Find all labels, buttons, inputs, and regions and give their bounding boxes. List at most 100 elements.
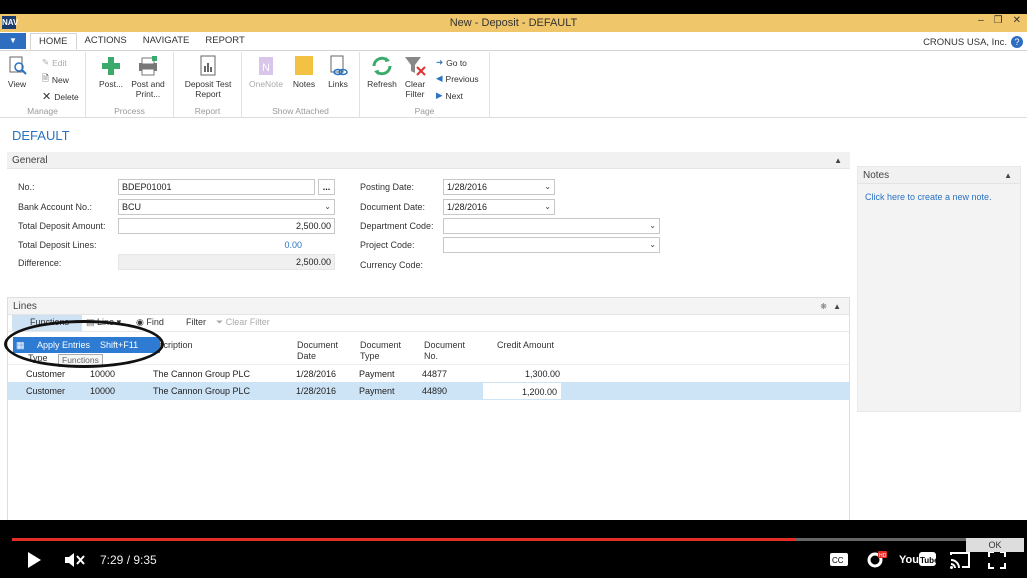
no-field[interactable]: BDEP01001	[118, 179, 315, 195]
notes-header[interactable]: Notes ▲	[858, 167, 1020, 184]
svg-text:Tube: Tube	[920, 556, 937, 565]
row-description: The Cannon Group PLC	[153, 386, 251, 396]
create-note-link[interactable]: Click here to create a new note.	[865, 192, 992, 202]
table-row[interactable]: Customer 10000 The Cannon Group PLC 1/28…	[8, 364, 849, 382]
youtube-logo-icon[interactable]: You Tube	[899, 551, 937, 567]
ok-badge[interactable]: OK	[966, 538, 1024, 552]
tab-actions[interactable]: ACTIONS	[77, 33, 135, 50]
video-controls: 7:29 / 9:35 CC HD You Tube	[0, 545, 1027, 575]
group-manage: View ✎ Edit 🗎 New ✕ Delete Manage	[0, 52, 86, 118]
view-button[interactable]: View	[6, 55, 28, 89]
col-document-type[interactable]: Document Type	[360, 340, 410, 362]
chevron-up-icon[interactable]: ▲	[833, 298, 841, 315]
col-document-date[interactable]: Document Date	[297, 340, 347, 362]
amount-edit-cell[interactable]: 1,200.00	[482, 382, 562, 400]
chevron-down-icon[interactable]: ⌄	[649, 238, 656, 252]
triangle-right-icon: ▶	[436, 90, 443, 100]
document-date-field[interactable]: 1/28/2016 ⌄	[443, 199, 555, 215]
goto-button[interactable]: ➜ Go to	[436, 57, 467, 68]
edit-button[interactable]: ✎ Edit	[42, 57, 67, 68]
links-button[interactable]: Links	[324, 55, 352, 89]
tab-navigate[interactable]: NAVIGATE	[135, 33, 198, 50]
help-icon[interactable]: ?	[1011, 36, 1023, 48]
post-label: Post...	[98, 79, 124, 89]
close-icon[interactable]: ✕	[1013, 15, 1021, 26]
captions-icon[interactable]: CC	[829, 552, 849, 567]
clear-filter-icon: ⏷	[216, 317, 224, 327]
onenote-button[interactable]: N OneNote	[248, 55, 284, 89]
no-assist-button[interactable]: ...	[318, 179, 335, 195]
app-menu-button[interactable]: ▼	[0, 33, 26, 49]
video-progress-bar[interactable]	[12, 538, 1015, 541]
row-no: 10000	[90, 369, 116, 379]
row-amount: 1,200.00	[521, 387, 557, 397]
play-icon[interactable]	[26, 551, 42, 569]
refresh-button[interactable]: Refresh	[364, 55, 400, 89]
col-document-no[interactable]: Document No.	[424, 340, 474, 362]
delete-x-icon: ✕	[42, 91, 52, 103]
clear-filter-button[interactable]: Clear Filter	[402, 55, 428, 99]
row-docno: 44877	[422, 369, 448, 379]
ok-label: OK	[988, 540, 1002, 550]
lines-clear-filter-button[interactable]: ⏷ Clear Filter	[216, 317, 270, 328]
settings-gear-icon[interactable]: HD	[865, 550, 887, 568]
fullscreen-icon[interactable]	[988, 551, 1006, 569]
bank-account-field[interactable]: BCU ⌄	[118, 199, 335, 215]
project-code-field[interactable]: ⌄	[443, 237, 660, 253]
general-fasttab-header[interactable]: General ▲	[7, 152, 850, 169]
posting-date-value: 1/28/2016	[447, 182, 488, 192]
row-type: Customer	[26, 369, 66, 379]
lines-clear-filter-label: Clear Filter	[225, 317, 270, 327]
chevron-down-icon[interactable]: ⌄	[544, 180, 551, 194]
mute-icon[interactable]	[64, 551, 86, 569]
minimize-icon[interactable]: –	[978, 15, 984, 26]
company-name[interactable]: CRONUS USA, Inc.	[923, 37, 1007, 48]
post-print-label: Post and Print...	[131, 79, 165, 99]
deposit-test-report-button[interactable]: Deposit Test Report	[180, 55, 236, 99]
restore-icon[interactable]: ❐	[994, 15, 1003, 26]
total-deposit-lines-value[interactable]: 0.00	[240, 240, 302, 250]
page-title: DEFAULT	[12, 128, 70, 143]
chevron-up-icon[interactable]: ▲	[834, 152, 842, 169]
chevron-up-icon[interactable]: ▲	[1004, 167, 1012, 184]
next-button[interactable]: ▶ Next	[436, 90, 463, 101]
row-date: 1/28/2016	[296, 369, 337, 379]
edit-label: Edit	[52, 57, 67, 68]
department-code-label: Department Code:	[360, 221, 434, 231]
difference-label: Difference:	[18, 258, 62, 268]
total-deposit-amount-field[interactable]: 2,500.00	[118, 218, 335, 234]
svg-text:CC: CC	[832, 556, 844, 565]
delete-label: Delete	[54, 91, 79, 102]
process-group-label: Process	[114, 106, 145, 116]
tab-report[interactable]: REPORT	[197, 33, 252, 50]
new-button[interactable]: 🗎 New	[42, 73, 69, 87]
document-date-value: 1/28/2016	[447, 202, 488, 212]
gear-icon[interactable]: ❋	[820, 298, 827, 315]
chevron-down-icon[interactable]: ⌄	[649, 219, 656, 233]
filter-label: Filter	[186, 317, 206, 327]
svg-text:N: N	[262, 62, 270, 74]
table-row[interactable]: Customer 10000 The Cannon Group PLC 1/28…	[8, 382, 849, 400]
group-report: Deposit Test Report Report	[174, 52, 242, 118]
filter-button[interactable]: Filter	[186, 317, 206, 327]
svg-text:HD: HD	[879, 553, 887, 559]
chevron-down-icon[interactable]: ⌄	[324, 200, 331, 214]
previous-button[interactable]: ◀ Previous	[436, 73, 479, 84]
nav-window: NAV New - Deposit - DEFAULT – ❐ ✕ ▼ HOME…	[0, 14, 1027, 520]
notes-button[interactable]: Notes	[290, 55, 318, 89]
post-button[interactable]: Post...	[98, 55, 124, 89]
col-credit-amount[interactable]: Credit Amount	[497, 340, 554, 351]
lines-header[interactable]: Lines ❋ ▲	[8, 298, 849, 315]
tab-home[interactable]: HOME	[30, 33, 77, 50]
department-code-field[interactable]: ⌄	[443, 218, 660, 234]
onenote-label: OneNote	[248, 79, 284, 89]
cast-icon[interactable]	[949, 551, 971, 569]
new-label: New	[51, 75, 69, 85]
refresh-label: Refresh	[367, 79, 397, 89]
chevron-down-icon[interactable]: ⌄	[544, 200, 551, 214]
next-label: Next	[445, 90, 464, 101]
find-label: Find	[146, 317, 164, 327]
delete-button[interactable]: ✕ Delete	[42, 90, 79, 103]
post-and-print-button[interactable]: Post and Print...	[128, 55, 168, 99]
posting-date-field[interactable]: 1/28/2016 ⌄	[443, 179, 555, 195]
